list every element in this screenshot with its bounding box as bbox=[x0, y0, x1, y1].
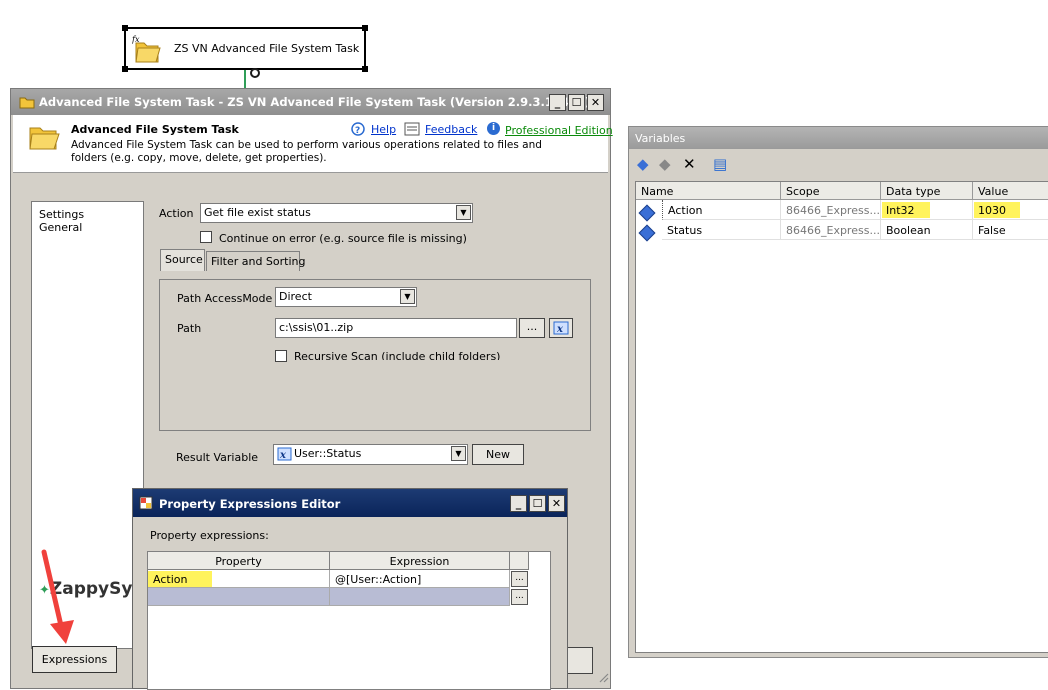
path-access-mode-value: Direct bbox=[279, 290, 312, 303]
nav-item-general[interactable]: General bbox=[39, 221, 82, 234]
variables-title[interactable]: Variables bbox=[629, 127, 1048, 149]
expression-cell[interactable] bbox=[330, 588, 510, 606]
source-tab-panel: Path AccessMode Direct ▼ Path c:\ssis\01… bbox=[159, 279, 591, 431]
chevron-down-icon[interactable]: ▼ bbox=[456, 205, 471, 220]
help-icon[interactable]: ? bbox=[351, 122, 365, 139]
variable-name-cell[interactable]: Status bbox=[662, 220, 781, 240]
minimize-icon[interactable]: _ bbox=[510, 495, 527, 512]
maximize-icon[interactable]: ☐ bbox=[529, 495, 546, 512]
column-header-spacer bbox=[510, 552, 529, 570]
recursive-scan-label: Recursive Scan (include child folders) bbox=[294, 350, 501, 360]
expression-builder-button[interactable]: ... bbox=[511, 571, 528, 587]
new-variable-button[interactable]: New bbox=[472, 444, 524, 465]
info-icon: i bbox=[487, 122, 500, 135]
help-link[interactable]: Help bbox=[371, 123, 396, 136]
expression-builder-button[interactable]: ... bbox=[511, 589, 528, 605]
property-expressions-editor: Property Expressions Editor _ ☐ ✕ Proper… bbox=[132, 488, 568, 690]
column-header-name[interactable]: Name bbox=[636, 182, 781, 200]
chevron-down-icon[interactable]: ▼ bbox=[451, 446, 466, 461]
pee-title: Property Expressions Editor bbox=[159, 497, 341, 511]
dialog-header: Advanced File System Task Advanced File … bbox=[13, 115, 613, 173]
folder-icon bbox=[19, 94, 35, 113]
result-variable-label: Result Variable bbox=[176, 451, 259, 464]
variables-toolbar: ◆ ◆ ✕ ▤ bbox=[629, 149, 1048, 179]
pee-titlebar[interactable]: Property Expressions Editor _ ☐ ✕ bbox=[133, 489, 567, 517]
action-value: Get file exist status bbox=[204, 206, 311, 219]
variable-x-icon: x bbox=[553, 321, 569, 335]
selection-handle[interactable] bbox=[362, 66, 368, 72]
dialog-titlebar[interactable]: Advanced File System Task - ZS VN Advanc… bbox=[11, 89, 610, 115]
continue-on-error-label: Continue on error (e.g. source file is m… bbox=[219, 232, 467, 245]
variable-type-cell[interactable]: Boolean bbox=[881, 220, 973, 240]
resize-grip-icon[interactable] bbox=[597, 671, 609, 683]
column-header-data-type[interactable]: Data type bbox=[881, 182, 973, 200]
window-icon bbox=[139, 496, 153, 513]
grid-options-icon[interactable]: ▤ bbox=[713, 155, 727, 173]
variable-value-cell[interactable]: False bbox=[973, 220, 1048, 240]
column-header-value[interactable]: Value bbox=[973, 182, 1048, 200]
task-node-label: ZS VN Advanced File System Task bbox=[174, 42, 360, 55]
action-dropdown[interactable]: Get file exist status ▼ bbox=[200, 203, 473, 223]
delete-variable-icon[interactable]: ✕ bbox=[683, 155, 696, 173]
browse-button[interactable]: ... bbox=[519, 318, 545, 338]
svg-text:?: ? bbox=[355, 126, 360, 136]
professional-edition-link[interactable]: Professional Edition bbox=[505, 124, 613, 137]
property-cell[interactable] bbox=[148, 588, 330, 606]
maximize-icon[interactable]: ☐ bbox=[568, 94, 585, 111]
result-variable-dropdown[interactable]: x User::Status ▼ bbox=[273, 444, 468, 465]
svg-text:x: x bbox=[279, 450, 287, 461]
variable-x-icon: x bbox=[277, 447, 292, 461]
selection-handle[interactable] bbox=[362, 25, 368, 31]
minimize-icon[interactable]: _ bbox=[549, 94, 566, 111]
column-header-scope[interactable]: Scope bbox=[781, 182, 881, 200]
feedback-icon[interactable] bbox=[404, 122, 420, 139]
task-node[interactable]: fx ZS VN Advanced File System Task bbox=[122, 25, 368, 72]
variable-name-cell[interactable]: Action bbox=[662, 200, 781, 220]
tab-filter-and-sorting[interactable]: Filter and Sorting bbox=[206, 251, 306, 271]
precedence-connector[interactable] bbox=[244, 70, 246, 90]
variable-scope-cell[interactable]: 86466_Express... bbox=[781, 200, 881, 220]
close-icon[interactable]: ✕ bbox=[548, 495, 565, 512]
column-header-property[interactable]: Property bbox=[148, 552, 330, 570]
folder-icon: fx bbox=[131, 33, 162, 65]
path-label: Path bbox=[177, 322, 202, 335]
result-variable-value: User::Status bbox=[294, 447, 362, 460]
property-expressions-grid: Property Expression Action @[User::Actio… bbox=[147, 551, 551, 690]
svg-text:x: x bbox=[556, 324, 564, 335]
move-variable-icon[interactable]: ◆ bbox=[659, 155, 671, 173]
path-input[interactable]: c:\ssis\01..zip bbox=[275, 318, 517, 338]
dialog-title: Advanced File System Task - ZS VN Advanc… bbox=[39, 95, 591, 109]
header-description: Advanced File System Task can be used to… bbox=[71, 139, 542, 164]
continue-on-error-checkbox[interactable] bbox=[200, 231, 212, 243]
variable-picker-button[interactable]: x bbox=[549, 318, 573, 338]
expression-cell[interactable]: @[User::Action] bbox=[330, 570, 510, 588]
chevron-down-icon[interactable]: ▼ bbox=[400, 289, 415, 304]
folder-icon bbox=[27, 121, 61, 158]
path-access-mode-dropdown[interactable]: Direct ▼ bbox=[275, 287, 417, 307]
recursive-scan-checkbox[interactable] bbox=[275, 350, 287, 362]
selection-handle[interactable] bbox=[122, 66, 128, 72]
property-cell[interactable]: Action bbox=[148, 570, 330, 588]
variable-type-cell[interactable]: Int32 bbox=[881, 200, 973, 220]
variable-scope-cell[interactable]: 86466_Express... bbox=[781, 220, 881, 240]
add-variable-icon[interactable]: ◆ bbox=[637, 155, 649, 173]
expressions-button[interactable]: Expressions bbox=[32, 646, 117, 673]
variables-window: Variables ◆ ◆ ✕ ▤ Name Scope Data type V… bbox=[628, 126, 1048, 658]
connector-handle[interactable] bbox=[250, 68, 260, 78]
nav-item-settings[interactable]: Settings bbox=[39, 208, 84, 221]
variable-icon bbox=[638, 204, 656, 222]
variable-icon bbox=[638, 224, 656, 242]
variable-value-cell[interactable]: 1030 bbox=[973, 200, 1048, 220]
annotation-arrow-icon bbox=[41, 549, 74, 644]
column-header-expression[interactable]: Expression bbox=[330, 552, 510, 570]
selection-handle[interactable] bbox=[122, 25, 128, 31]
header-title: Advanced File System Task bbox=[71, 123, 239, 136]
tab-source[interactable]: Source bbox=[160, 249, 205, 271]
feedback-link[interactable]: Feedback bbox=[425, 123, 477, 136]
action-label: Action bbox=[159, 207, 194, 220]
property-expressions-label: Property expressions: bbox=[150, 529, 269, 542]
path-access-mode-label: Path AccessMode bbox=[177, 292, 273, 305]
close-icon[interactable]: ✕ bbox=[587, 94, 604, 111]
variables-grid: Name Scope Data type Value Action 86466_… bbox=[635, 181, 1048, 653]
